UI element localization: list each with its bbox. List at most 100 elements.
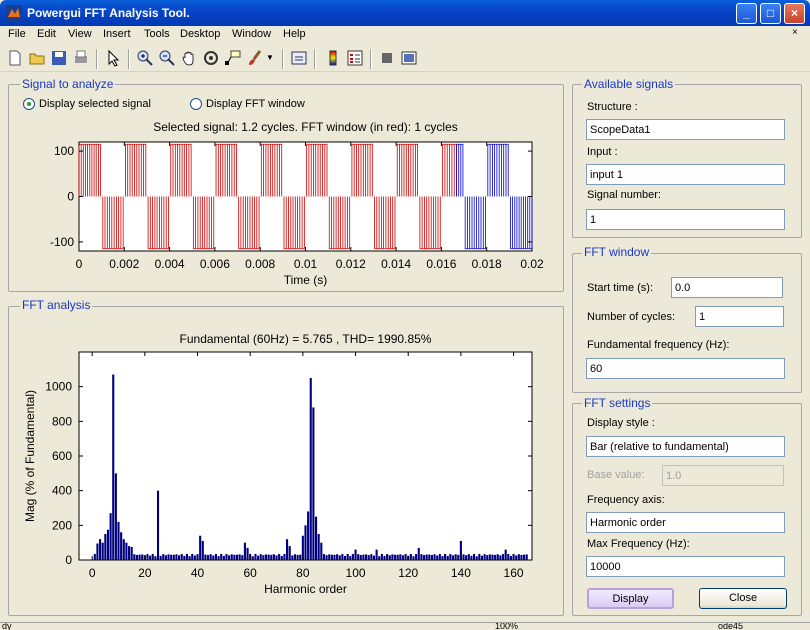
legend-icon[interactable] (346, 49, 364, 67)
new-icon[interactable] (6, 49, 24, 67)
fft-bar (138, 554, 141, 560)
fft-bar (415, 553, 418, 560)
fft-bar (343, 555, 347, 560)
fft-bar (372, 555, 376, 560)
fft-bar (191, 553, 194, 560)
signal-xtick-label: 0.018 (472, 257, 502, 271)
fft-bar (283, 553, 286, 560)
menu-insert[interactable]: Insert (103, 28, 131, 40)
toolbar: ▼ (0, 45, 810, 72)
start-time-field[interactable]: 0.0 (671, 277, 783, 298)
menu-view[interactable]: View (68, 28, 92, 40)
fft-bar (465, 555, 468, 560)
fft-bar (494, 554, 497, 560)
data-cursor-icon[interactable] (224, 49, 242, 67)
radio-display-fft-window[interactable] (190, 98, 202, 110)
fft-bar (454, 554, 457, 560)
print-icon[interactable] (72, 49, 90, 67)
fft-xtick-label: 20 (138, 566, 152, 580)
fft-bar (214, 553, 218, 560)
save-icon[interactable] (50, 49, 68, 67)
zoom-in-icon[interactable] (136, 49, 154, 67)
brush-icon[interactable] (246, 49, 264, 67)
fft-xtick-label: 160 (504, 566, 524, 580)
fft-bar (470, 555, 473, 560)
fft-bar (159, 555, 162, 560)
open-icon[interactable] (28, 49, 46, 67)
menu-desktop[interactable]: Desktop (180, 28, 220, 40)
menu-help[interactable]: Help (283, 28, 306, 40)
max-freq-field[interactable]: 10000 (586, 556, 785, 577)
show-plot-tools-icon[interactable] (400, 49, 418, 67)
brush-dropdown-icon[interactable]: ▼ (266, 53, 274, 62)
fft-bar (180, 554, 183, 560)
status-left: dy (2, 622, 12, 630)
fft-bar (420, 554, 423, 560)
fft-ytick-label: 800 (52, 414, 72, 428)
fft-bar (483, 554, 486, 560)
radio-display-selected[interactable] (23, 98, 35, 110)
pointer-icon[interactable] (104, 49, 122, 67)
fft-bar (291, 555, 294, 560)
title-bar[interactable]: Powergui FFT Analysis Tool. _ □ × (0, 0, 810, 26)
fft-bar (349, 556, 352, 560)
fft-bar (204, 554, 207, 560)
zoom-out-icon[interactable] (158, 49, 176, 67)
fft-plot[interactable]: Fundamental (60Hz) = 5.765 , THD= 1990.8… (8, 322, 564, 616)
fft-bar (507, 553, 510, 560)
structure-field[interactable]: ScopeData1 (586, 119, 785, 140)
fft-bar (462, 554, 465, 560)
colorbar-icon[interactable] (324, 49, 342, 67)
fft-bar (220, 553, 223, 560)
fft-bar (167, 554, 170, 560)
fft-bar (243, 542, 246, 560)
fft-bar (441, 556, 444, 560)
fft-bar (467, 554, 470, 560)
maximize-button[interactable]: □ (760, 3, 781, 24)
menu-close-icon[interactable]: × (792, 27, 798, 38)
signal-plot[interactable]: Selected signal: 1.2 cycles. FFT window … (8, 112, 564, 292)
cycles-field[interactable]: 1 (695, 306, 784, 327)
fft-bar (183, 555, 186, 560)
signal-xtick-label: 0.004 (155, 257, 185, 271)
minimize-button[interactable]: _ (736, 3, 757, 24)
fft-bar (499, 555, 502, 560)
radio-display-fft-window-label[interactable]: Display FFT window (206, 98, 305, 110)
input-field[interactable]: input 1 (586, 164, 785, 185)
fund-freq-label: Fundamental frequency (Hz): (587, 339, 730, 351)
display-style-select[interactable]: Bar (relative to fundamental) (586, 436, 785, 457)
fft-bar (304, 525, 307, 560)
fft-bar (378, 556, 381, 560)
hide-plot-tools-icon[interactable] (378, 49, 396, 67)
fft-bar (230, 554, 233, 560)
fft-bar (449, 554, 452, 560)
radio-display-selected-label[interactable]: Display selected signal (39, 98, 151, 110)
freq-axis-select[interactable]: Harmonic order (586, 512, 785, 533)
fft-bar (517, 554, 520, 560)
fft-bar (117, 521, 120, 560)
close-window-button[interactable]: × (784, 3, 805, 24)
fft-xtick-label: 40 (191, 566, 205, 580)
pan-icon[interactable] (180, 49, 198, 67)
signal-number-field[interactable]: 1 (586, 209, 785, 230)
menu-tools[interactable]: Tools (144, 28, 170, 40)
fft-bar (457, 554, 460, 560)
display-button[interactable]: Display (587, 588, 674, 609)
fft-bar (367, 555, 370, 560)
link-icon[interactable] (290, 49, 308, 67)
fft-ylabel: Mag (% of Fundamental) (23, 390, 37, 522)
fft-bar (257, 555, 260, 560)
menu-file[interactable]: File (8, 28, 26, 40)
fft-bar (209, 554, 212, 560)
fft-settings-title: FFT settings (582, 396, 653, 410)
rotate-icon[interactable] (202, 49, 220, 67)
menu-window[interactable]: Window (232, 28, 271, 40)
fund-freq-field[interactable]: 60 (586, 358, 785, 379)
signal-panel-title: Signal to analyze (20, 77, 116, 91)
fft-bar (188, 556, 191, 560)
close-button[interactable]: Close (699, 588, 787, 609)
start-time-label: Start time (s): (587, 282, 654, 294)
menu-edit[interactable]: Edit (37, 28, 56, 40)
signal-xtick-label: 0.012 (336, 257, 366, 271)
fft-bar (93, 553, 96, 560)
